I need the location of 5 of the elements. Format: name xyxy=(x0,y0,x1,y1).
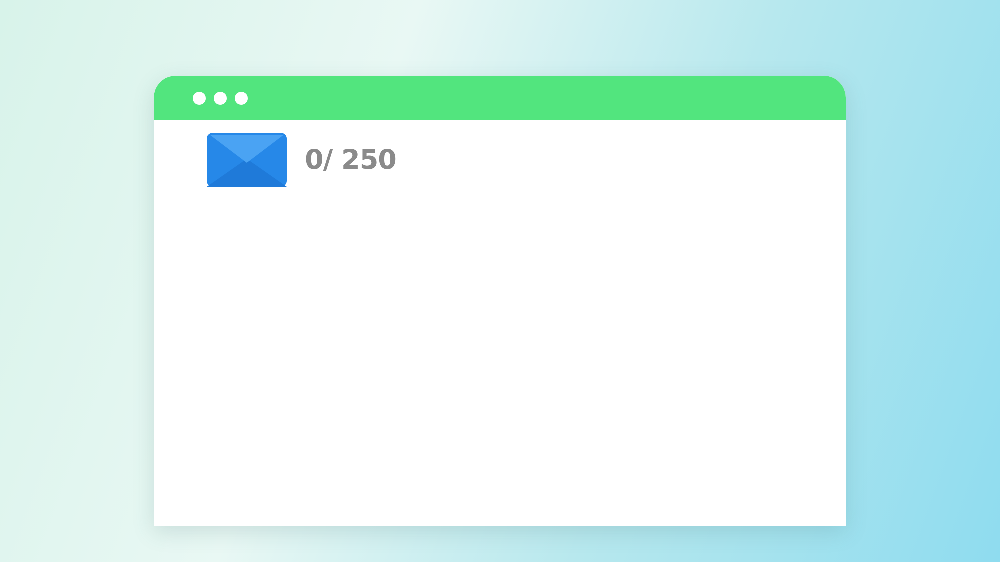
envelope-icon xyxy=(207,133,287,187)
window-dot[interactable] xyxy=(235,92,248,104)
message-counter: 0/ 250 xyxy=(305,144,396,176)
window-dot[interactable] xyxy=(214,92,227,104)
window-dot[interactable] xyxy=(193,92,206,104)
